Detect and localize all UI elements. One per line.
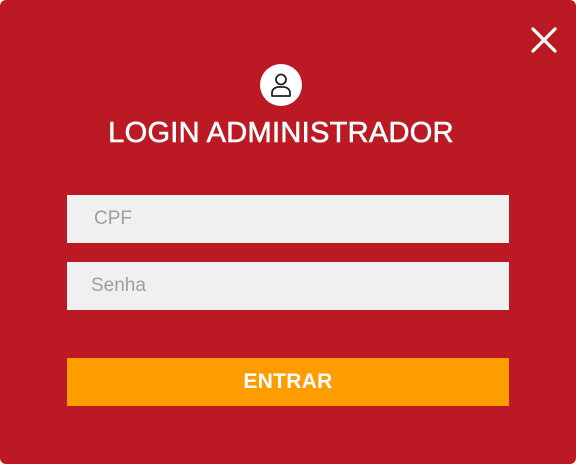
cpf-input[interactable] — [67, 195, 509, 243]
close-icon — [531, 27, 557, 53]
avatar — [260, 64, 302, 106]
modal-title: LOGIN ADMINISTRADOR — [108, 117, 454, 150]
user-icon — [271, 73, 291, 97]
submit-button[interactable]: ENTRAR — [67, 358, 509, 406]
close-button[interactable] — [528, 24, 560, 56]
login-modal: LOGIN ADMINISTRADOR ENTRAR — [0, 0, 576, 464]
password-input[interactable] — [67, 262, 509, 310]
